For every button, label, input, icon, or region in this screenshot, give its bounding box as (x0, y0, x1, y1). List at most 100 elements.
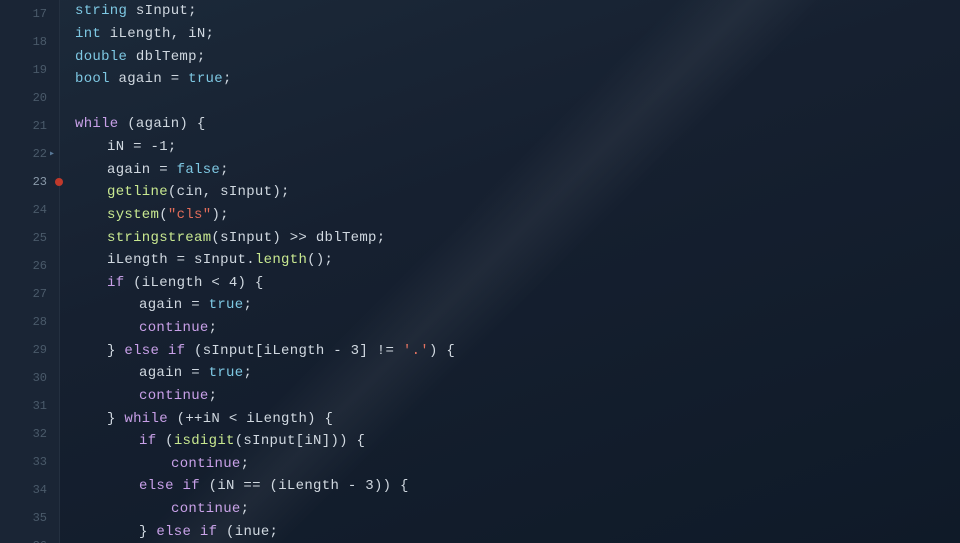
code-line-25: getline(cin, sInput); (75, 181, 940, 204)
code-editor: 171819202122▸232425262728293031323334353… (0, 0, 960, 543)
line-number-25: 25 (0, 224, 59, 252)
token-plain: (sInput[iLength - 3] != (185, 343, 403, 359)
code-line-19: double dblTemp; (75, 45, 940, 68)
token-plain: ( (159, 207, 168, 223)
token-plain: again = (110, 71, 188, 87)
token-plain: nue; (243, 524, 278, 540)
code-line-22: while (again) { (75, 113, 940, 136)
token-fn: isdigit (174, 433, 235, 449)
line-number-23: 23 (0, 168, 59, 196)
token-plain: ; (241, 456, 250, 472)
token-fn: system (107, 207, 159, 223)
token-plain: } (107, 411, 124, 427)
token-plain: (i (217, 524, 243, 540)
line-number-18: 18 (0, 28, 59, 56)
code-line-38: else if (iN == (iLength - 3)) { (75, 475, 940, 498)
token-kw-ctrl: else if (156, 524, 217, 540)
token-bool-val: true (188, 71, 223, 87)
token-kw-ctrl: while (75, 116, 119, 132)
line-number-22: 22▸ (0, 140, 59, 168)
code-line-33: again = true; (75, 362, 940, 385)
code-line-24: again = false; (75, 158, 940, 181)
token-plain: ); (211, 207, 228, 223)
line-number-34: 34 (0, 476, 59, 504)
code-line-23: iN = -1; (75, 136, 940, 159)
token-plain: ; (209, 320, 218, 336)
token-type: string (75, 3, 127, 19)
token-plain: } (107, 343, 124, 359)
token-plain: iN = -1; (107, 139, 177, 155)
token-plain: ; (220, 162, 229, 178)
line-number-19: 19 (0, 56, 59, 84)
line-number-31: 31 (0, 392, 59, 420)
token-str: '.' (403, 343, 429, 359)
token-plain: (again) { (119, 116, 206, 132)
token-kw-ctrl: continue (171, 456, 241, 472)
line-number-20: 20 (0, 84, 59, 112)
code-area: string sInput;int iLength, iN;double dbl… (60, 0, 960, 543)
line-number-26: 26 (0, 252, 59, 280)
collapse-arrow[interactable]: ▸ (47, 149, 57, 159)
token-type: double (75, 49, 127, 65)
token-plain: sInput; (127, 3, 197, 19)
token-kw-ctrl: continue (139, 388, 209, 404)
token-kw-ctrl: while (124, 411, 168, 427)
code-line-27: stringstream(sInput) >> dblTemp; (75, 226, 940, 249)
token-plain: ; (243, 297, 252, 313)
token-bool-val: false (177, 162, 221, 178)
line-numbers: 171819202122▸232425262728293031323334353… (0, 0, 59, 543)
token-plain: (iLength < 4) { (124, 275, 263, 291)
token-plain: again = (139, 365, 209, 381)
token-type: int (75, 26, 101, 42)
line-number-36: 36 (0, 532, 59, 543)
code-line-21 (75, 91, 940, 114)
token-type: bool (75, 71, 110, 87)
token-plain: (iN == (iLength - 3)) { (200, 478, 409, 494)
token-plain: ; (241, 501, 250, 517)
token-plain: iLength, iN; (101, 26, 214, 42)
token-kw-ctrl: if (107, 275, 124, 291)
token-plain: ; (243, 365, 252, 381)
code-line-18: int iLength, iN; (75, 23, 940, 46)
code-line-28: iLength = sInput.length(); (75, 249, 940, 272)
token-plain: iLength = sInput. (107, 252, 255, 268)
line-number-29: 29 (0, 336, 59, 364)
token-plain: (sInput) >> dblTemp; (211, 230, 385, 246)
token-plain: (++iN < iLength) { (168, 411, 333, 427)
line-number-32: 32 (0, 420, 59, 448)
token-plain: dblTemp; (127, 49, 205, 65)
code-line-40: } else if (inue; (75, 520, 940, 543)
code-line-36: if (isdigit(sInput[iN])) { (75, 430, 940, 453)
token-bool-val: true (209, 297, 244, 313)
line-number-27: 27 (0, 280, 59, 308)
token-kw-ctrl: else if (139, 478, 200, 494)
code-line-30: again = true; (75, 294, 940, 317)
token-plain: ) { (429, 343, 455, 359)
token-plain: ; (223, 71, 232, 87)
token-plain: (sInput[iN])) { (235, 433, 366, 449)
code-line-20: bool again = true; (75, 68, 940, 91)
line-number-17: 17 (0, 0, 59, 28)
token-fn: length (255, 252, 307, 268)
token-plain: } (139, 524, 156, 540)
line-number-28: 28 (0, 308, 59, 336)
line-number-35: 35 (0, 504, 59, 532)
token-plain: ( (156, 433, 173, 449)
code-line-17: string sInput; (75, 0, 940, 23)
code-line-29: if (iLength < 4) { (75, 272, 940, 295)
line-number-21: 21 (0, 112, 59, 140)
line-number-33: 33 (0, 448, 59, 476)
token-plain: again = (107, 162, 177, 178)
code-line-31: continue; (75, 317, 940, 340)
token-fn: stringstream (107, 230, 211, 246)
token-bool-val: true (209, 365, 244, 381)
line-number-30: 30 (0, 364, 59, 392)
code-line-34: continue; (75, 385, 940, 408)
code-line-26: system("cls"); (75, 204, 940, 227)
token-str: "cls" (168, 207, 212, 223)
line-number-24: 24 (0, 196, 59, 224)
token-plain: (cin, sInput); (168, 184, 290, 200)
code-line-37: continue; (75, 453, 940, 476)
line-gutter: 171819202122▸232425262728293031323334353… (0, 0, 60, 543)
token-plain: (); (307, 252, 333, 268)
